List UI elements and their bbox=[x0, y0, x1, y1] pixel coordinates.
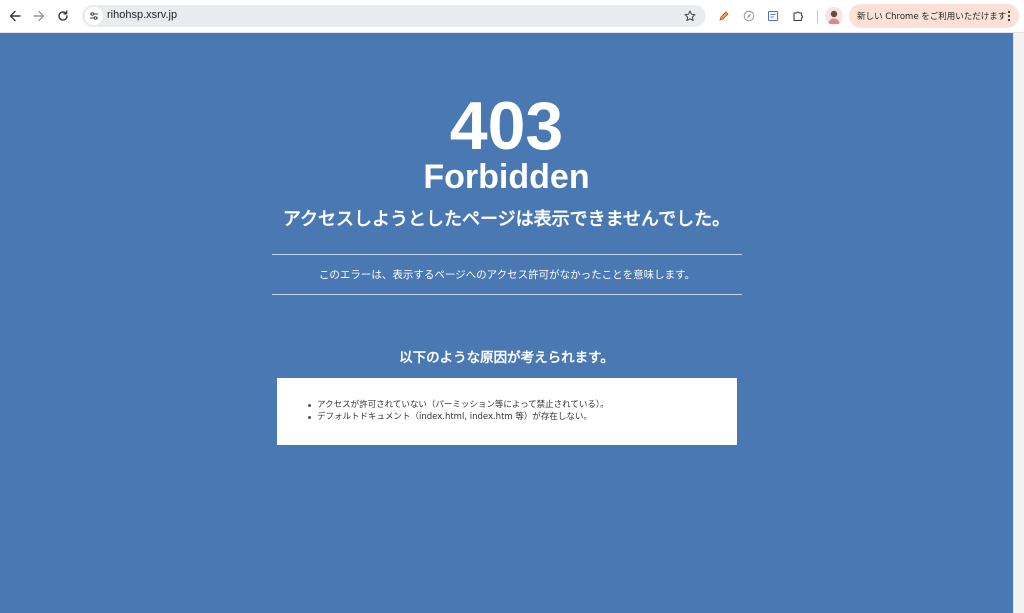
divider-bottom bbox=[272, 294, 742, 295]
extension-compass-button[interactable] bbox=[740, 7, 758, 25]
site-info-button[interactable] bbox=[85, 7, 103, 25]
url-text[interactable]: rihohsp.xsrv.jp bbox=[107, 9, 177, 21]
avatar-icon bbox=[828, 10, 840, 24]
address-bar[interactable]: rihohsp.xsrv.jp bbox=[82, 5, 706, 27]
pen-icon bbox=[719, 11, 729, 21]
arrow-right-icon bbox=[33, 10, 45, 22]
extension-notes-button[interactable] bbox=[764, 7, 782, 25]
extensions-button[interactable] bbox=[789, 7, 807, 25]
extension-pen-button[interactable] bbox=[715, 7, 733, 25]
chrome-menu-button[interactable] bbox=[1003, 8, 1015, 24]
puzzle-icon bbox=[793, 11, 803, 22]
causes-title: 以下のような原因が考えられます。 bbox=[399, 350, 614, 366]
arrow-left-icon bbox=[9, 10, 21, 22]
causes-list: アクセスが許可されていない（パーミッション等によって禁止されている）。 デフォル… bbox=[307, 399, 609, 423]
star-icon bbox=[684, 10, 696, 21]
cause-item: デフォルトドキュメント（index.html, index.htm 等）が存在し… bbox=[307, 411, 609, 423]
reload-button[interactable] bbox=[53, 6, 73, 26]
causes-box: アクセスが許可されていない（パーミッション等によって禁止されている）。 デフォル… bbox=[277, 378, 737, 445]
kebab-icon bbox=[1007, 10, 1011, 22]
error-explanation: このエラーは、表示するページへのアクセス許可がなかったことを意味します。 bbox=[318, 269, 696, 281]
toolbar-divider bbox=[817, 10, 818, 23]
tune-icon bbox=[90, 12, 98, 20]
compass-icon bbox=[743, 10, 755, 22]
browser-toolbar: rihohsp.xsrv.jp 新しい Chrome をご利用いただけます bbox=[0, 0, 1024, 33]
error-status: Forbidden bbox=[423, 158, 590, 196]
reload-icon bbox=[58, 10, 68, 21]
chrome-update-label: 新しい Chrome をご利用いただけます bbox=[857, 12, 1007, 22]
error-headline: アクセスしようとしたページは表示できませんでした。 bbox=[282, 209, 731, 230]
page-scrollbar[interactable] bbox=[1013, 33, 1024, 613]
profile-avatar[interactable] bbox=[825, 7, 843, 25]
cause-item: アクセスが許可されていない（パーミッション等によって禁止されている）。 bbox=[307, 399, 609, 411]
bookmark-button[interactable] bbox=[682, 8, 698, 24]
chrome-update-button[interactable]: 新しい Chrome をご利用いただけます bbox=[849, 4, 1019, 28]
error-code: 403 bbox=[449, 88, 564, 164]
forward-button[interactable] bbox=[29, 6, 49, 26]
notes-icon bbox=[768, 11, 778, 21]
error-page: 403 Forbidden アクセスしようとしたページは表示できませんでした。 … bbox=[0, 33, 1013, 613]
divider-top bbox=[272, 254, 742, 255]
back-button[interactable] bbox=[5, 6, 25, 26]
